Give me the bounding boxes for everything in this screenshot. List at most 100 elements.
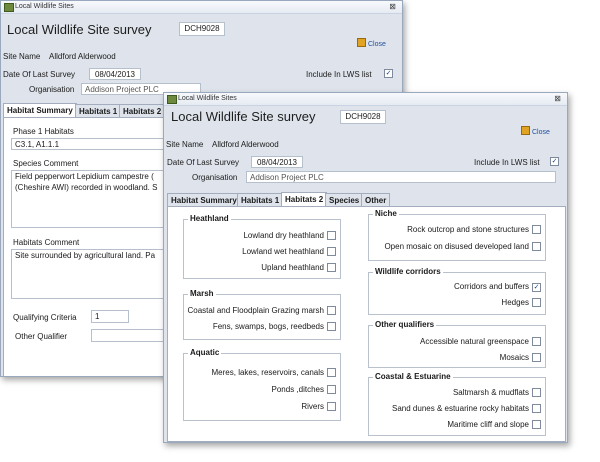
front-tab-habitat-summary[interactable]: Habitat Summary bbox=[167, 193, 241, 206]
back-other-qualifier-label: Other Qualifier bbox=[15, 332, 68, 341]
option-label: Lowland wet heathland bbox=[242, 247, 324, 256]
checkbox[interactable] bbox=[532, 388, 541, 397]
checkbox[interactable] bbox=[327, 402, 336, 411]
checkbox[interactable] bbox=[532, 404, 541, 413]
checkbox[interactable] bbox=[327, 231, 336, 240]
group-other-qualifiers: Other qualifiers Accessible natural gree… bbox=[368, 320, 546, 368]
option-rock-outcrop-stone-structures[interactable]: Rock outcrop and stone structures bbox=[407, 225, 541, 235]
checkbox[interactable] bbox=[532, 353, 541, 362]
checkbox[interactable] bbox=[532, 225, 541, 234]
back-close-label: Close bbox=[368, 41, 386, 48]
back-species-label: Species Comment bbox=[13, 159, 79, 168]
option-hedges[interactable]: Hedges bbox=[501, 298, 541, 308]
group-aquatic-title: Aquatic bbox=[188, 348, 222, 357]
front-org-field[interactable]: Addison Project PLC bbox=[246, 171, 556, 183]
checkbox[interactable] bbox=[327, 263, 336, 272]
back-site-name-label: Site Name bbox=[3, 52, 41, 61]
option-open-mosaic-disused-land[interactable]: Open mosaic on disused developed land bbox=[384, 242, 541, 252]
option-label: Upland heathland bbox=[261, 263, 324, 272]
back-phase1-label: Phase 1 Habitats bbox=[13, 127, 74, 136]
back-qualifying-label: Qualifying Criteria bbox=[13, 313, 77, 322]
option-meres-lakes-reservoirs-canals[interactable]: Meres, lakes, reservoirs, canals bbox=[212, 368, 336, 378]
back-tab-habitats-2[interactable]: Habitats 2 bbox=[119, 104, 166, 117]
back-phase1-field[interactable]: C3.1, A1.1.1 bbox=[11, 138, 171, 150]
front-tab-habitats-1[interactable]: Habitats 1 bbox=[237, 193, 284, 206]
checkbox[interactable] bbox=[327, 368, 336, 377]
back-habitats-comment-field[interactable]: Site surrounded by agricultural land. Pa bbox=[11, 249, 171, 299]
option-saltmarsh-mudflats[interactable]: Saltmarsh & mudflats bbox=[453, 388, 541, 398]
option-ponds-ditches[interactable]: Ponds ,ditches bbox=[272, 385, 336, 395]
checkbox[interactable] bbox=[532, 298, 541, 307]
front-site-code: DCH9028 bbox=[340, 110, 386, 124]
option-rivers[interactable]: Rivers bbox=[301, 402, 336, 412]
option-label: Maritime cliff and slope bbox=[447, 420, 529, 429]
front-tab-panel: Heathland Lowland dry heathland Lowland … bbox=[167, 206, 566, 442]
front-titlebar: Local Wildlife Sites ⊠ bbox=[164, 93, 567, 106]
front-tab-species[interactable]: Species bbox=[325, 193, 364, 206]
front-close-label: Close bbox=[532, 129, 550, 136]
close-icon[interactable]: ⊠ bbox=[389, 1, 396, 12]
close-door-icon bbox=[521, 126, 530, 135]
group-heathland-title: Heathland bbox=[188, 214, 231, 223]
option-label: Saltmarsh & mudflats bbox=[452, 388, 529, 397]
checkbox[interactable] bbox=[327, 306, 336, 315]
front-close-button[interactable]: Close bbox=[521, 126, 550, 136]
checkbox[interactable] bbox=[532, 337, 541, 346]
group-niche-title: Niche bbox=[373, 209, 399, 218]
option-label: Accessible natural greenspace bbox=[420, 337, 529, 346]
option-label: Ponds ,ditches bbox=[271, 385, 324, 394]
option-label: Rivers bbox=[301, 402, 324, 411]
group-marsh: Marsh Coastal and Floodplain Grazing mar… bbox=[183, 289, 341, 340]
checkbox[interactable] bbox=[327, 247, 336, 256]
checkbox[interactable] bbox=[327, 322, 336, 331]
back-close-button[interactable]: Close bbox=[357, 38, 386, 48]
option-upland-heathland[interactable]: Upland heathland bbox=[261, 263, 336, 273]
front-date-field[interactable]: 08/04/2013 bbox=[251, 156, 303, 168]
front-titlebar-text: Local Wildlife Sites bbox=[178, 95, 237, 102]
back-habitats-comment-label: Habitats Comment bbox=[13, 238, 80, 247]
group-marsh-title: Marsh bbox=[188, 289, 216, 298]
back-qualifying-field[interactable]: 1 bbox=[91, 310, 129, 323]
checkbox[interactable] bbox=[327, 385, 336, 394]
back-tab-habitat-summary[interactable]: Habitat Summary bbox=[3, 103, 77, 117]
option-sand-dunes-rocky-habitats[interactable]: Sand dunes & estuarine rocky habitats bbox=[392, 404, 541, 414]
group-coastal-estuarine: Coastal & Estuarine Saltmarsh & mudflats… bbox=[368, 372, 546, 436]
checkbox[interactable] bbox=[532, 420, 541, 429]
close-icon[interactable]: ⊠ bbox=[554, 93, 561, 104]
back-org-label: Organisation bbox=[29, 85, 75, 94]
option-label: Sand dunes & estuarine rocky habitats bbox=[392, 404, 529, 413]
checkbox[interactable]: ✓ bbox=[532, 283, 541, 292]
option-maritime-cliff-slope[interactable]: Maritime cliff and slope bbox=[447, 420, 541, 430]
option-coastal-floodplain-grazing-marsh[interactable]: Coastal and Floodplain Grazing marsh bbox=[187, 306, 336, 316]
checkbox[interactable] bbox=[532, 242, 541, 251]
front-include-label: Include In LWS list bbox=[474, 158, 540, 167]
option-fens-swamps-bogs-reedbeds[interactable]: Fens, swamps, bogs, reedbeds bbox=[213, 322, 336, 332]
option-label: Meres, lakes, reservoirs, canals bbox=[211, 368, 324, 377]
option-label: Open mosaic on disused developed land bbox=[384, 242, 529, 251]
back-include-checkbox[interactable]: ✓ bbox=[384, 69, 393, 78]
app-icon bbox=[167, 95, 177, 104]
option-label: Hedges bbox=[501, 298, 529, 307]
option-label: Rock outcrop and stone structures bbox=[407, 225, 529, 234]
back-species-line-1: Field pepperwort Lepidium campestre ( bbox=[15, 172, 154, 181]
front-tab-habitats-2[interactable]: Habitats 2 bbox=[281, 192, 328, 206]
back-date-field[interactable]: 08/04/2013 bbox=[89, 68, 141, 80]
back-site-code: DCH9028 bbox=[179, 22, 225, 36]
group-heathland: Heathland Lowland dry heathland Lowland … bbox=[183, 214, 341, 279]
back-form-title: Local Wildlife Site survey bbox=[7, 22, 152, 37]
option-corridors-and-buffers[interactable]: Corridors and buffers ✓ bbox=[454, 282, 541, 292]
option-lowland-wet-heathland[interactable]: Lowland wet heathland bbox=[242, 247, 336, 257]
back-other-qualifier-field[interactable] bbox=[91, 329, 171, 342]
front-site-name-value: Alldford Alderwood bbox=[212, 140, 279, 149]
back-species-field[interactable]: Field pepperwort Lepidium campestre ( (C… bbox=[11, 170, 171, 228]
front-date-label: Date Of Last Survey bbox=[167, 158, 240, 167]
option-accessible-natural-greenspace[interactable]: Accessible natural greenspace bbox=[420, 337, 541, 347]
back-titlebar-text: Local Wildlife Sites bbox=[15, 3, 74, 10]
back-tab-habitats-1[interactable]: Habitats 1 bbox=[75, 104, 122, 117]
front-window: Local Wildlife Sites ⊠ Local Wildlife Si… bbox=[163, 92, 568, 443]
option-lowland-dry-heathland[interactable]: Lowland dry heathland bbox=[243, 231, 336, 241]
option-mosaics[interactable]: Mosaics bbox=[500, 353, 541, 363]
front-tab-other[interactable]: Other bbox=[361, 193, 391, 206]
front-include-checkbox[interactable]: ✓ bbox=[550, 157, 559, 166]
front-site-name-label: Site Name bbox=[166, 140, 204, 149]
